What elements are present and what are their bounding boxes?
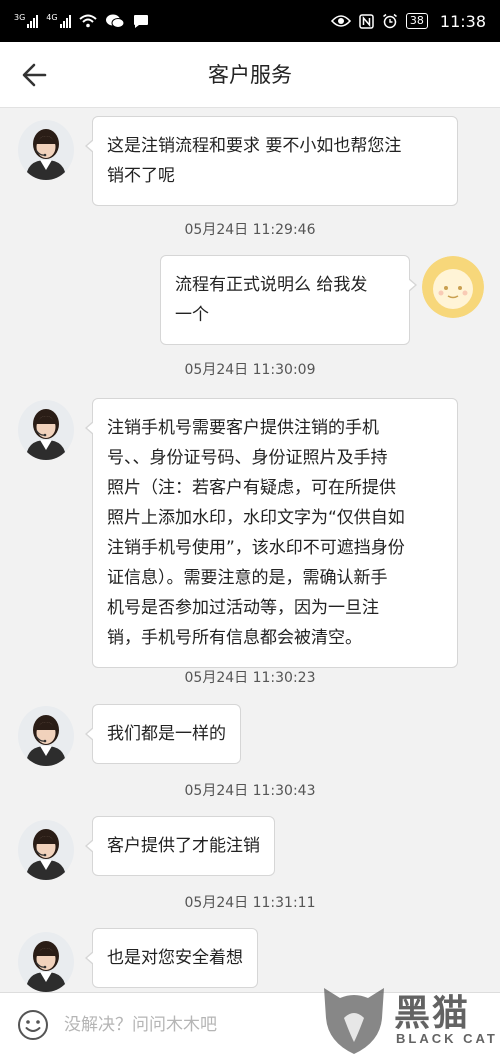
user-message-bubble: 流程有正式说明么 给我发 一个 [160,255,417,345]
user-avatar[interactable] [422,256,484,318]
message-icon [133,14,148,28]
agent-avatar[interactable] [18,932,74,992]
message-timestamp: 05月24日 11:30:09 [184,362,316,378]
agent-avatar[interactable] [18,120,74,180]
agent-message-bubble: 也是对您安全着想 [85,928,258,988]
agent-message-bubble: 这是注销流程和要求 要不小如也帮您注 销不了呢 [85,116,458,206]
nfc-icon [359,13,374,29]
agent-message-bubble: 注销手机号需要客户提供注销的手机 号、、身份证号码、身份证照片及手持 照片（注：… [85,398,458,668]
wifi-icon [78,14,97,28]
message-timestamp: 05月24日 11:31:11 [184,895,316,911]
agent-message-bubble: 我们都是一样的 [85,704,241,764]
message-input[interactable] [64,1005,314,1045]
wechat-icon [105,14,125,28]
chat-message-list[interactable]: 这是注销流程和要求 要不小如也帮您注 销不了呢 05月24日 11:29:46 … [0,108,500,992]
message-timestamp: 05月24日 11:30:43 [184,783,316,799]
watermark-english: BLACK CAT [396,1031,498,1046]
watermark-chinese: 黑猫 [394,993,471,1034]
message-timestamp: 05月24日 11:29:46 [184,222,316,238]
sim1-signal-icon: 3G [14,13,39,28]
alarm-icon [382,13,397,29]
message-timestamp: 05月24日 11:30:23 [184,670,316,686]
status-bar: 3G 4G 38 11:38 [0,0,500,42]
sim2-signal-icon: 4G [46,13,71,28]
emoji-icon[interactable] [17,1009,49,1041]
page-header: 客户服务 [0,42,500,108]
battery-indicator: 38 [405,13,428,29]
status-bar-left: 3G 4G [14,13,149,29]
watermark: 黑猫 BLACK CAT [318,978,500,1057]
status-time: 11:38 [439,11,486,31]
black-cat-logo-icon [324,988,384,1054]
agent-avatar[interactable] [18,706,74,766]
status-bar-right: 38 11:38 [330,11,486,31]
agent-message-bubble: 客户提供了才能注销 [85,816,275,876]
agent-avatar[interactable] [18,400,74,460]
agent-avatar[interactable] [18,820,74,880]
page-title: 客户服务 [208,63,292,87]
eye-icon [330,15,351,27]
